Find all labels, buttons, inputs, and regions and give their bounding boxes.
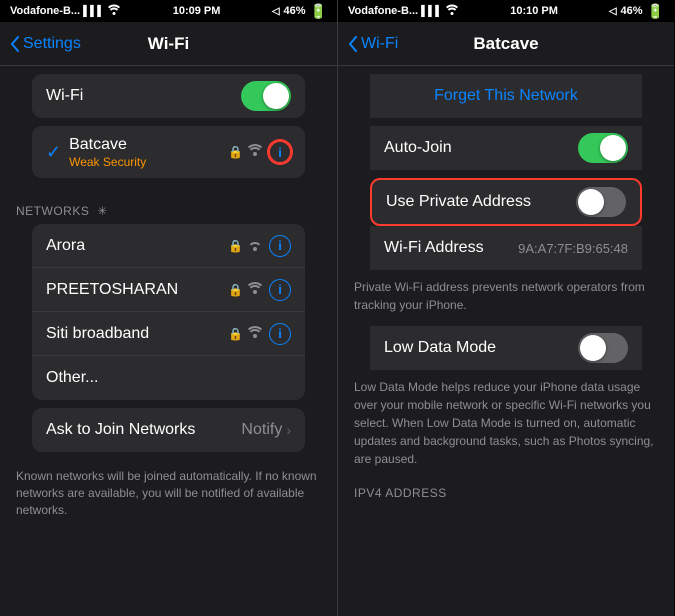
left-carrier: Vodafone-B... (10, 5, 80, 17)
right-nav-title: Batcave (473, 34, 538, 54)
wifi-addr-label: Wi-Fi Address (384, 239, 518, 257)
private-desc: Private Wi-Fi address prevents network o… (338, 270, 674, 322)
right-signal-icon: ▌▌▌ (421, 6, 442, 17)
wifi-toggle-group: Wi-Fi (32, 74, 305, 118)
wifi-addr-value: 9A:A7:7F:B9:65:48 (518, 241, 628, 256)
wifi-label: Wi-Fi (46, 87, 241, 105)
signal-icon: ▌▌▌ (83, 6, 104, 17)
right-back-label: Wi-Fi (361, 35, 398, 53)
right-back-button[interactable]: Wi-Fi (348, 35, 398, 53)
low-data-toggle[interactable] (578, 333, 628, 363)
use-private-group: Use Private Address (370, 178, 642, 226)
left-status-left: Vodafone-B... ▌▌▌ (10, 4, 121, 18)
other-row[interactable]: Other... (32, 356, 305, 400)
auto-join-group: Auto-Join (370, 126, 642, 170)
wifi-addr-group: Wi-Fi Address 9A:A7:7F:B9:65:48 (370, 226, 642, 270)
ask-join-row[interactable]: Ask to Join Networks Notify › (32, 408, 305, 452)
left-back-label: Settings (23, 35, 81, 53)
right-status-wifi-icon (445, 4, 459, 18)
right-nav-bar: Wi-Fi Batcave (338, 22, 674, 66)
wifi-strength-icon (247, 143, 263, 161)
right-status-bar: Vodafone-B... ▌▌▌ 10:10 PM ◁ 46% 🔋 (338, 0, 674, 22)
left-status-bar: Vodafone-B... ▌▌▌ 10:09 PM ◁ 46% 🔋 (0, 0, 337, 22)
ask-join-chevron: › (286, 422, 291, 438)
left-battery: 46% (284, 5, 306, 17)
batcave-sub: Weak Security (69, 155, 228, 169)
left-nav-title: Wi-Fi (148, 34, 189, 54)
siti-label: Siti broadband (46, 325, 228, 343)
arora-lock: 🔒 (228, 239, 243, 253)
wifi-addr-row: Wi-Fi Address 9A:A7:7F:B9:65:48 (370, 226, 642, 270)
wifi-toggle[interactable] (241, 81, 291, 111)
battery-icon: 🔋 (310, 3, 327, 20)
checkmark-icon: ✓ (46, 142, 61, 163)
preetosharan-wifi-icon (247, 281, 263, 299)
batcave-row[interactable]: ✓ Batcave Weak Security 🔒 i (32, 126, 305, 178)
use-private-toggle[interactable] (576, 187, 626, 217)
left-nav-bar: Settings Wi-Fi (0, 22, 337, 66)
right-status-left: Vodafone-B... ▌▌▌ (348, 4, 459, 18)
lock-icon: 🔒 (228, 145, 243, 159)
arora-label: Arora (46, 237, 228, 255)
siti-info-btn[interactable]: i (269, 323, 291, 345)
auto-join-toggle[interactable] (578, 133, 628, 163)
use-private-label: Use Private Address (386, 193, 576, 211)
connected-network-group: ✓ Batcave Weak Security 🔒 i (32, 126, 305, 178)
status-wifi-icon (107, 4, 121, 18)
arora-wifi-icon (247, 238, 263, 254)
wifi-toggle-thumb (263, 83, 289, 109)
left-time: 10:09 PM (173, 5, 221, 17)
networks-list: Arora 🔒 i PREETOSHARAN 🔒 (32, 224, 305, 400)
ask-join-value: Notify (241, 421, 282, 439)
right-battery-icon: 🔋 (647, 3, 664, 20)
forget-network-group: Forget This Network (370, 74, 642, 118)
other-label: Other... (46, 369, 291, 387)
right-content: Forget This Network Auto-Join Use Privat… (338, 66, 674, 616)
left-phone: Vodafone-B... ▌▌▌ 10:09 PM ◁ 46% 🔋 Setti… (0, 0, 337, 616)
preetosharan-info-btn[interactable]: i (269, 279, 291, 301)
wifi-footer: Known networks will be joined automatica… (0, 460, 337, 526)
right-status-right: ◁ 46% 🔋 (609, 3, 664, 20)
batcave-info: Batcave Weak Security (69, 136, 228, 169)
left-content: Wi-Fi ✓ Batcave Weak Security 🔒 (0, 66, 337, 616)
use-private-thumb (578, 189, 604, 215)
low-data-thumb (580, 335, 606, 361)
auto-join-label: Auto-Join (384, 139, 578, 157)
spinner-icon: ✳ (97, 204, 108, 218)
low-data-desc: Low Data Mode helps reduce your iPhone d… (338, 370, 674, 476)
siti-wifi-icon (247, 325, 263, 343)
siti-lock: 🔒 (228, 327, 243, 341)
batcave-info-btn[interactable]: i (269, 141, 291, 163)
batcave-name: Batcave (69, 136, 228, 154)
preetosharan-row[interactable]: PREETOSHARAN 🔒 i (32, 268, 305, 312)
low-data-group: Low Data Mode (370, 326, 642, 370)
preetosharan-lock: 🔒 (228, 283, 243, 297)
ask-join-group: Ask to Join Networks Notify › (32, 408, 305, 452)
low-data-row: Low Data Mode (370, 326, 642, 370)
forget-row[interactable]: Forget This Network (370, 74, 642, 118)
auto-join-thumb (600, 135, 626, 161)
ipv4-header: IPV4 ADDRESS (338, 476, 674, 504)
right-location-icon: ◁ (609, 6, 617, 17)
arora-row[interactable]: Arora 🔒 i (32, 224, 305, 268)
networks-header: NETWORKS ✳ (0, 186, 337, 224)
right-carrier: Vodafone-B... (348, 5, 418, 17)
right-time: 10:10 PM (510, 5, 558, 17)
right-phone: Vodafone-B... ▌▌▌ 10:10 PM ◁ 46% 🔋 Wi-Fi… (337, 0, 674, 616)
left-status-right: ◁ 46% 🔋 (272, 3, 327, 20)
forget-label[interactable]: Forget This Network (434, 87, 578, 105)
auto-join-row: Auto-Join (370, 126, 642, 170)
use-private-row: Use Private Address (372, 180, 640, 224)
location-icon: ◁ (272, 6, 280, 17)
low-data-label: Low Data Mode (384, 339, 578, 357)
ask-join-label: Ask to Join Networks (46, 421, 241, 439)
left-back-button[interactable]: Settings (10, 35, 81, 53)
siti-row[interactable]: Siti broadband 🔒 i (32, 312, 305, 356)
wifi-toggle-row: Wi-Fi (32, 74, 305, 118)
right-battery: 46% (621, 5, 643, 17)
preetosharan-label: PREETOSHARAN (46, 281, 228, 299)
arora-info-btn[interactable]: i (269, 235, 291, 257)
